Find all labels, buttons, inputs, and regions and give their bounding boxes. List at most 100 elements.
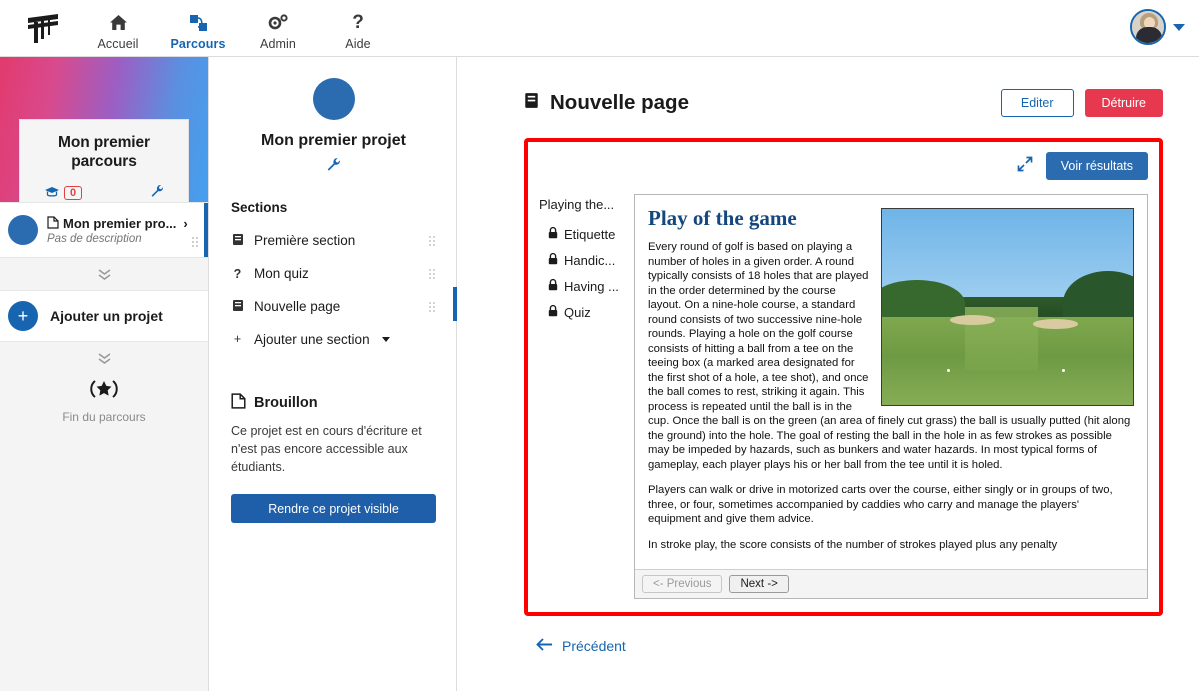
scorm-tree-label: Having ... <box>564 278 619 294</box>
page-icon <box>524 92 539 114</box>
add-section-label: Ajouter une section <box>254 331 370 347</box>
add-section-button[interactable]: + Ajouter une section <box>231 323 436 355</box>
home-icon <box>78 12 158 34</box>
section-item-premiere-section[interactable]: Première section <box>231 224 436 257</box>
left-sidebar: Mon premier parcours 0 Mon premier pro..… <box>0 57 209 691</box>
nav-item-admin[interactable]: Admin <box>238 6 318 51</box>
page-header: Nouvelle page Editer Détruire <box>524 89 1163 117</box>
parcours-end-block: Fin du parcours <box>0 374 208 424</box>
scorm-navigation-buttons: <- Previous Next -> <box>635 569 1147 598</box>
question-icon: ? <box>352 11 364 33</box>
project-title-row: Mon premier pro... › <box>47 215 200 232</box>
scorm-tree-label: Quiz <box>564 304 591 320</box>
delete-button[interactable]: Détruire <box>1084 89 1163 117</box>
parcours-title: Mon premier parcours <box>58 134 150 170</box>
parcours-hero-banner: Mon premier parcours 0 <box>0 57 208 212</box>
sections-panel: Mon premier projet Sections Première sec… <box>210 57 457 691</box>
project-title: Mon premier projet <box>261 132 406 149</box>
avatar[interactable] <box>1130 9 1166 45</box>
scorm-previous-button[interactable]: <- Previous <box>642 575 723 593</box>
nav-item-accueil[interactable]: Accueil <box>78 6 158 51</box>
graduation-cap-icon <box>44 185 60 201</box>
article-paragraph: In stroke play, the score consists of th… <box>648 538 1058 551</box>
chevron-down-icon[interactable] <box>1173 23 1185 31</box>
top-navigation-bar: Accueil Parcours Admin ? Aide <box>0 0 1199 57</box>
drag-handle-icon[interactable] <box>428 301 436 312</box>
scorm-toolbar: Voir résultats <box>539 152 1148 180</box>
scorm-next-button[interactable]: Next -> <box>729 575 789 593</box>
parcours-card[interactable]: Mon premier parcours 0 <box>19 119 189 212</box>
plus-icon: + <box>233 332 242 346</box>
add-project-button[interactable]: + Ajouter un projet <box>0 290 208 342</box>
previous-page-link[interactable]: Précédent <box>536 638 626 654</box>
nav-label-admin: Admin <box>260 36 296 51</box>
sections-list: Première section ? Mon quiz Nouvelle pag… <box>231 224 457 355</box>
top-nav-items: Accueil Parcours Admin ? Aide <box>78 6 398 51</box>
wrench-icon[interactable] <box>150 184 164 201</box>
scorm-tree-item-quiz[interactable]: Quiz <box>539 299 634 325</box>
expand-arrows-icon[interactable] <box>1017 156 1033 176</box>
scorm-tree-root[interactable]: Playing the... <box>539 197 634 212</box>
nav-label-aide: Aide <box>345 36 371 51</box>
scorm-tree-label: Handic... <box>564 252 616 268</box>
arrow-left-icon <box>536 638 553 654</box>
previous-page-label: Précédent <box>562 638 626 654</box>
drag-handle-icon[interactable] <box>191 236 199 247</box>
parcours-end-label: Fin du parcours <box>62 410 146 424</box>
edit-button[interactable]: Editer <box>1000 89 1074 117</box>
chevron-down-icon <box>381 336 390 342</box>
project-avatar <box>8 215 38 245</box>
draft-page-icon <box>231 393 246 413</box>
logo-icon[interactable] <box>0 12 78 45</box>
sections-heading: Sections <box>231 200 288 215</box>
lock-icon <box>548 304 558 320</box>
page-icon <box>231 233 244 249</box>
page-title: Nouvelle page <box>550 91 689 114</box>
section-label: Première section <box>254 233 356 248</box>
lock-icon <box>548 252 558 268</box>
highlighted-content-frame: Voir résultats Playing the... Etiquette … <box>524 138 1163 616</box>
page-header-actions: Editer Détruire <box>1000 89 1163 117</box>
add-project-label: Ajouter un projet <box>50 308 163 324</box>
page-edit-icon <box>47 215 59 232</box>
scorm-tree-label: Etiquette <box>564 226 616 242</box>
account-menu[interactable] <box>1130 9 1185 45</box>
drag-handle-icon[interactable] <box>428 235 436 246</box>
nav-label-accueil: Accueil <box>97 36 139 51</box>
lock-icon <box>548 278 558 294</box>
nav-item-parcours[interactable]: Parcours <box>158 6 238 51</box>
parcours-card-actions: 0 <box>30 184 178 201</box>
project-settings-button[interactable] <box>231 157 436 175</box>
nav-item-aide[interactable]: ? Aide <box>318 6 398 51</box>
drag-handle-icon[interactable] <box>428 268 436 279</box>
article-paragraph: Players can walk or drive in motorized c… <box>648 484 1113 525</box>
gear-icon <box>238 12 318 34</box>
page-icon <box>231 299 244 315</box>
path-icon <box>158 12 238 34</box>
scorm-tree-item-etiquette[interactable]: Etiquette <box>539 221 634 247</box>
scorm-article: Play of the game Every round of golf is … <box>635 195 1147 598</box>
section-item-nouvelle-page[interactable]: Nouvelle page <box>231 287 457 323</box>
golf-course-photo <box>881 208 1134 406</box>
chevron-right-icon: › <box>183 216 188 231</box>
scorm-tree-item-handicapping[interactable]: Handic... <box>539 247 634 273</box>
student-count-badge: 0 <box>64 185 83 200</box>
section-label: Nouvelle page <box>254 299 341 314</box>
sidebar-project-row[interactable]: Mon premier pro... › Pas de description <box>0 202 208 258</box>
scorm-navigation-tree: Playing the... Etiquette Handic... Havin… <box>539 194 634 599</box>
sidebar-project-title: Mon premier pro... <box>63 216 177 231</box>
draft-status-box: Brouillon Ce projet est en cours d'écrit… <box>231 393 436 523</box>
scorm-tree-item-having[interactable]: Having ... <box>539 273 634 299</box>
lock-icon <box>548 226 558 242</box>
draft-description: Ce projet est en cours d'écriture et n'e… <box>231 424 422 474</box>
section-label: Mon quiz <box>254 266 309 281</box>
section-item-mon-quiz[interactable]: ? Mon quiz <box>231 257 436 290</box>
scorm-content-frame: Play of the game Every round of golf is … <box>634 194 1148 599</box>
laurel-star-icon <box>0 378 208 406</box>
plus-circle-icon: + <box>8 301 38 331</box>
expand-projects-toggle-top[interactable] <box>0 258 208 290</box>
expand-projects-toggle-bottom[interactable] <box>0 342 208 374</box>
project-info: Mon premier pro... › Pas de description <box>47 215 200 245</box>
view-results-button[interactable]: Voir résultats <box>1045 152 1148 180</box>
make-project-visible-button[interactable]: Rendre ce projet visible <box>231 494 436 523</box>
